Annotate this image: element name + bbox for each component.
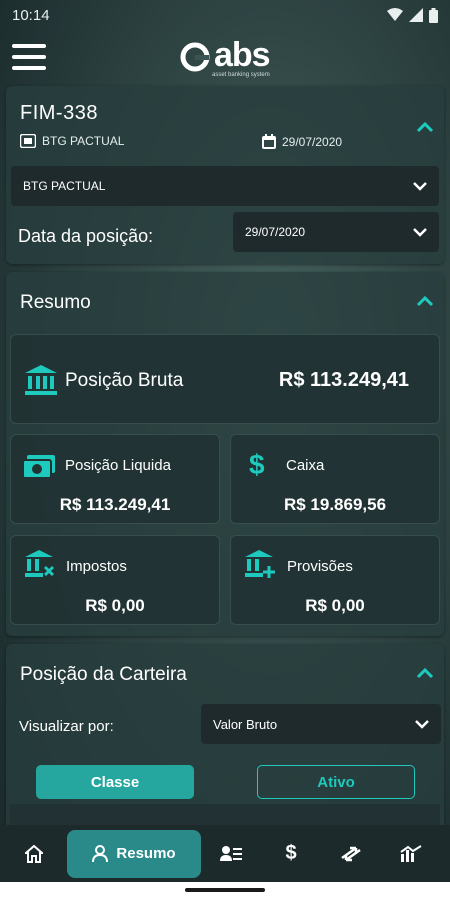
- wallet-icon: [20, 134, 36, 148]
- app-bar: abs asset banking system: [0, 30, 450, 84]
- fund-bank: BTG PACTUAL: [42, 134, 125, 148]
- nav-resumo-label: Resumo: [116, 845, 176, 862]
- cash-value: R$ 19.869,56: [283, 495, 387, 514]
- bank-plus-icon: [245, 550, 275, 578]
- taxes-tile: Impostos R$ 0,00: [10, 535, 220, 625]
- provisions-value: R$ 0,00: [305, 596, 365, 615]
- provisions-tile: Provisões R$ 0,00: [230, 535, 440, 625]
- gross-position-tile: Posição Bruta R$ 113.249,41: [10, 334, 440, 424]
- chart-icon: [400, 844, 422, 862]
- status-bar: 10:14: [0, 0, 450, 30]
- bank-tax-icon: [25, 550, 55, 577]
- cash-tile: $ Caixa R$ 19.869,56: [230, 434, 440, 524]
- collapse-chevron-icon[interactable]: [416, 664, 434, 682]
- chevron-down-icon: [413, 182, 427, 191]
- bank-select-value: BTG PACTUAL: [23, 179, 106, 193]
- position-date-value: 29/07/2020: [245, 225, 306, 239]
- home-indicator-bar[interactable]: [185, 888, 265, 892]
- fund-card: FIM-338 BTG PACTUAL 29/07/2020 BTG PACTU…: [6, 86, 444, 264]
- view-by-value: Valor Bruto: [213, 716, 278, 732]
- bottom-nav: Resumo $: [0, 825, 450, 882]
- nav-statement[interactable]: [201, 830, 261, 878]
- taxes-label: Impostos: [66, 558, 127, 575]
- brand-name: abs: [214, 36, 271, 74]
- summary-title: Resumo: [20, 292, 91, 313]
- battery-icon: [429, 7, 438, 23]
- nav-finance[interactable]: $: [261, 830, 321, 878]
- dollar-icon: $: [249, 449, 265, 480]
- portfolio-card: Posição da Carteira Visualizar por: Valo…: [6, 644, 444, 834]
- cash-label: Caixa: [286, 457, 325, 474]
- status-time: 10:14: [12, 6, 50, 24]
- fund-date-meta: 29/07/2020: [262, 134, 342, 149]
- home-icon: [24, 844, 43, 863]
- bank-icon: [25, 365, 57, 395]
- nav-chart[interactable]: [381, 830, 441, 878]
- bank-select[interactable]: BTG PACTUAL: [11, 166, 439, 206]
- statement-icon: [220, 845, 242, 861]
- collapse-chevron-icon[interactable]: [416, 292, 434, 310]
- cash-icon: [23, 455, 55, 479]
- net-position-label: Posição Liquida: [65, 457, 171, 474]
- position-date-label: Data da posição:: [18, 226, 154, 246]
- menu-icon: [12, 44, 46, 48]
- net-position-value: R$ 113.249,41: [59, 495, 171, 514]
- gross-position-value: R$ 113.249,41: [278, 369, 409, 391]
- view-by-label: Visualizar por:: [19, 718, 114, 735]
- transfer-icon: [341, 846, 361, 861]
- nav-resumo[interactable]: Resumo: [67, 829, 201, 878]
- net-position-tile: Posição Liquida R$ 113.249,41: [10, 434, 220, 524]
- taxes-value: R$ 0,00: [85, 596, 145, 615]
- brand-tagline: asset banking system: [212, 72, 270, 78]
- chevron-down-icon: [415, 720, 429, 729]
- fund-bank-meta: BTG PACTUAL: [20, 134, 124, 148]
- person-icon: [92, 845, 109, 862]
- provisions-label: Provisões: [287, 558, 353, 575]
- dollar-icon: $: [285, 842, 297, 864]
- menu-button[interactable]: [12, 44, 46, 70]
- status-icons: [387, 7, 438, 23]
- tab-class-button[interactable]: Classe: [36, 765, 194, 799]
- chevron-down-icon: [413, 228, 427, 237]
- fund-date: 29/07/2020: [282, 134, 343, 149]
- logo-mark-icon: [180, 42, 210, 72]
- portfolio-title: Posição da Carteira: [20, 664, 187, 685]
- nav-transfer[interactable]: [321, 830, 381, 878]
- collapse-chevron-icon[interactable]: [416, 118, 434, 136]
- calendar-icon: [262, 134, 276, 149]
- nav-home[interactable]: [0, 830, 67, 878]
- summary-card: Resumo Posição Bruta R$ 113.249,41 Posiç…: [6, 272, 444, 636]
- gross-position-label: Posição Bruta: [65, 370, 184, 391]
- fund-code: FIM-338: [20, 102, 98, 124]
- position-date-select[interactable]: 29/07/2020: [233, 212, 439, 252]
- tab-asset-button[interactable]: Ativo: [257, 765, 415, 799]
- wifi-icon: [387, 8, 403, 21]
- view-by-select[interactable]: Valor Bruto: [201, 704, 441, 744]
- brand-logo: abs asset banking system: [180, 36, 271, 78]
- signal-icon: [409, 8, 423, 22]
